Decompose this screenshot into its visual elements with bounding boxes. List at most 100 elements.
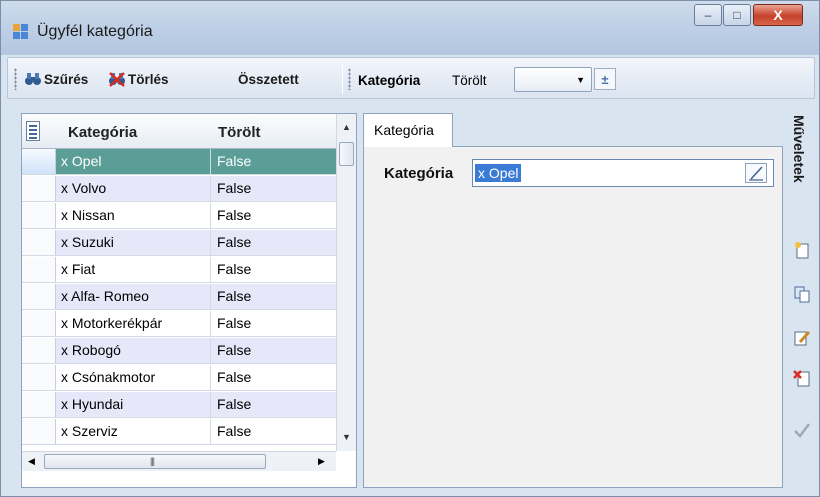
- row-selector[interactable]: [22, 419, 56, 444]
- row-selector[interactable]: [22, 311, 56, 336]
- scroll-grip-icon: |||: [150, 456, 155, 466]
- deleted-combo[interactable]: ▼: [514, 67, 592, 92]
- table-row[interactable]: x Fiat False: [22, 257, 336, 283]
- dropdown-arrow-icon: ▼: [576, 75, 585, 85]
- table-row[interactable]: x Volvo False: [22, 176, 336, 202]
- cell-deleted[interactable]: False: [211, 230, 336, 255]
- cell-category[interactable]: x Csónakmotor: [56, 365, 211, 390]
- table-row[interactable]: x Szerviz False: [22, 419, 336, 445]
- scroll-left-icon[interactable]: ◀: [28, 456, 35, 467]
- combined-filter-label: Összetett: [238, 71, 299, 87]
- row-selector[interactable]: [22, 257, 56, 282]
- cell-deleted[interactable]: False: [211, 419, 336, 444]
- category-grid: Kategória Törölt x Opel False x Volvo False…: [21, 113, 357, 488]
- table-row[interactable]: x Robogó False: [22, 338, 336, 364]
- close-button[interactable]: X: [753, 4, 803, 26]
- cell-deleted[interactable]: False: [211, 365, 336, 390]
- row-selector[interactable]: [22, 338, 56, 363]
- toolbar-grip-2[interactable]: [348, 68, 351, 90]
- table-row[interactable]: x Suzuki False: [22, 230, 336, 256]
- edit-field-button[interactable]: [745, 163, 767, 183]
- window-title: Ügyfél kategória: [37, 23, 153, 40]
- horizontal-scroll-thumb[interactable]: [44, 454, 266, 469]
- maximize-icon: □: [733, 8, 741, 22]
- category-field-value: x Opel: [475, 164, 522, 182]
- toolbar-separator: [342, 64, 343, 94]
- row-selector[interactable]: [22, 284, 56, 309]
- actions-strip: Műveletek: [785, 113, 817, 488]
- tab-category[interactable]: Kategória: [363, 113, 453, 147]
- category-field[interactable]: x Opel: [472, 159, 774, 187]
- cell-category[interactable]: x Nissan: [56, 203, 211, 228]
- column-header-deleted[interactable]: Törölt: [218, 124, 261, 141]
- cell-deleted[interactable]: False: [211, 311, 336, 336]
- edit-record-icon[interactable]: [793, 329, 811, 347]
- table-row[interactable]: x Hyundai False: [22, 392, 336, 418]
- cell-deleted[interactable]: False: [211, 203, 336, 228]
- cell-deleted[interactable]: False: [211, 284, 336, 309]
- confirm-checkmark-icon[interactable]: [793, 421, 811, 439]
- row-selector[interactable]: [22, 230, 56, 255]
- cell-category[interactable]: x Robogó: [56, 338, 211, 363]
- grid-header: Kategória Törölt: [22, 114, 336, 149]
- minimize-icon: –: [704, 8, 712, 22]
- binoculars-icon: [24, 71, 42, 87]
- category-toolbar-label: Kategória: [358, 73, 421, 88]
- delete-filter-button[interactable]: Törlés: [108, 67, 169, 91]
- plus-minus-icon: ±: [601, 71, 609, 87]
- row-selector[interactable]: [22, 365, 56, 390]
- maximize-button[interactable]: □: [723, 4, 751, 26]
- row-selector[interactable]: [22, 203, 56, 228]
- delete-filter-label: Törlés: [128, 71, 169, 87]
- row-selector[interactable]: [22, 149, 56, 174]
- delete-record-icon[interactable]: [793, 369, 811, 387]
- vertical-scrollbar[interactable]: ▲ ▼: [336, 114, 356, 451]
- app-icon: [13, 24, 29, 40]
- filter-button[interactable]: Szűrés: [24, 67, 88, 91]
- cell-category[interactable]: x Alfa- Romeo: [56, 284, 211, 309]
- grid-rows: x Opel False x Volvo False x Nissan False x Su…: [22, 149, 336, 451]
- cell-category[interactable]: x Opel: [56, 149, 211, 174]
- table-row[interactable]: x Opel False: [22, 149, 336, 175]
- cell-category[interactable]: x Szerviz: [56, 419, 211, 444]
- cell-category[interactable]: x Suzuki: [56, 230, 211, 255]
- column-chooser-icon[interactable]: [26, 121, 40, 141]
- cell-category[interactable]: x Hyundai: [56, 392, 211, 417]
- toolbar: Szűrés Törlés Összetett Kategória Törölt…: [7, 57, 815, 99]
- detail-panel: Kategória Kategória x Opel: [363, 113, 783, 488]
- close-icon: X: [773, 7, 783, 23]
- scroll-up-icon[interactable]: ▲: [342, 122, 351, 132]
- cell-deleted[interactable]: False: [211, 149, 336, 174]
- slash-edit-icon: [749, 166, 763, 181]
- plus-minus-button[interactable]: ±: [594, 68, 616, 90]
- cell-deleted[interactable]: False: [211, 392, 336, 417]
- cell-deleted[interactable]: False: [211, 176, 336, 201]
- scroll-right-icon[interactable]: ▶: [318, 456, 325, 467]
- table-row[interactable]: x Motorkerékpár False: [22, 311, 336, 337]
- copy-record-icon[interactable]: [793, 285, 811, 303]
- minimize-button[interactable]: –: [694, 4, 722, 26]
- horizontal-scrollbar[interactable]: ◀ ||| ▶: [22, 451, 336, 471]
- title-bar: Ügyfél kategória – □ X: [1, 1, 819, 55]
- category-field-label: Kategória: [384, 165, 454, 182]
- row-selector[interactable]: [22, 176, 56, 201]
- binoculars-delete-icon: [108, 71, 126, 87]
- app-window: Ügyfél kategória – □ X Szűrés Törlés Öss…: [0, 0, 820, 497]
- cell-deleted[interactable]: False: [211, 338, 336, 363]
- actions-title: Műveletek: [791, 115, 807, 183]
- toolbar-grip[interactable]: [14, 68, 17, 90]
- scroll-down-icon[interactable]: ▼: [342, 432, 351, 442]
- new-record-icon[interactable]: [793, 241, 811, 259]
- column-header-category[interactable]: Kategória: [68, 124, 137, 141]
- cell-category[interactable]: x Motorkerékpár: [56, 311, 211, 336]
- table-row[interactable]: x Nissan False: [22, 203, 336, 229]
- cell-category[interactable]: x Fiat: [56, 257, 211, 282]
- row-selector[interactable]: [22, 392, 56, 417]
- cell-category[interactable]: x Volvo: [56, 176, 211, 201]
- table-row[interactable]: x Csónakmotor False: [22, 365, 336, 391]
- cell-deleted[interactable]: False: [211, 257, 336, 282]
- vertical-scroll-thumb[interactable]: [339, 142, 354, 166]
- combined-filter-button[interactable]: Összetett: [238, 67, 299, 91]
- table-row[interactable]: x Alfa- Romeo False: [22, 284, 336, 310]
- deleted-toolbar-label: Törölt: [452, 73, 487, 88]
